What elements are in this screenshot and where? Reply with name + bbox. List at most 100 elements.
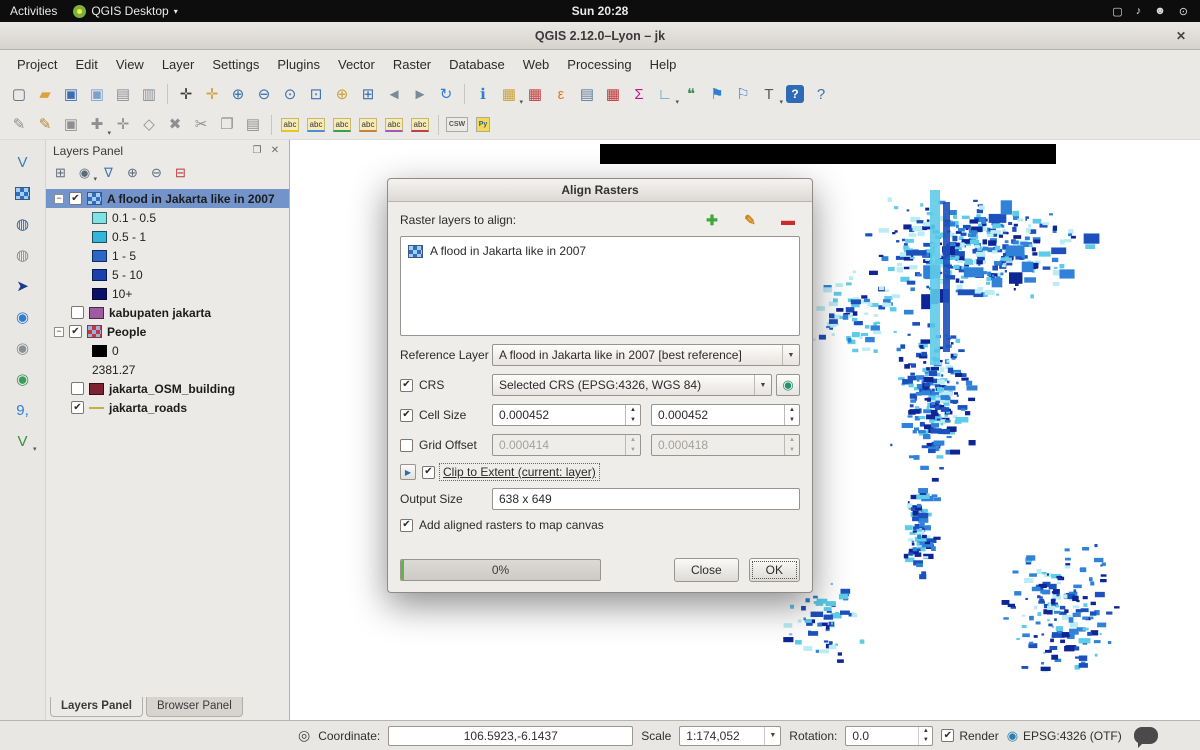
new-composer-icon[interactable]: ▤ (110, 82, 136, 106)
pan-map-icon[interactable]: ✛ (173, 82, 199, 106)
labeling-icon[interactable]: abc (277, 113, 303, 137)
menu-vector[interactable]: Vector (329, 52, 384, 77)
node-tool-icon[interactable]: ◇ (136, 113, 162, 137)
ok-button[interactable]: OK (749, 558, 800, 582)
crs-select[interactable]: Selected CRS (EPSG:4326, WGS 84) ▼ (492, 374, 772, 396)
crs-picker-button[interactable]: ◉ (776, 374, 800, 396)
dialog-title[interactable]: Align Rasters (388, 179, 812, 202)
add-vector-layer-icon[interactable]: V (10, 150, 36, 174)
expander-icon[interactable]: − (54, 194, 64, 204)
window-close-button[interactable]: ✕ (1172, 27, 1190, 45)
layer-item-jakarta-roads[interactable]: ✔jakarta_roads (46, 398, 289, 417)
spinner-arrows[interactable]: ▲▼ (784, 405, 799, 425)
label-properties-icon[interactable]: abc (407, 113, 433, 137)
layer-item-people[interactable]: −✔People (46, 322, 289, 341)
menu-web[interactable]: Web (514, 52, 559, 77)
layer-item-jakarta-osm-building[interactable]: jakarta_OSM_building (46, 379, 289, 398)
layer-checkbox[interactable]: ✔ (69, 325, 82, 338)
close-panel-icon[interactable]: ✕ (268, 144, 282, 158)
zoom-in-icon[interactable]: ⊕ (225, 82, 251, 106)
composer-manager-icon[interactable]: ▥ (136, 82, 162, 106)
cell-size-y-spinbox[interactable]: 0.000452 ▲▼ (651, 404, 800, 426)
log-messages-icon[interactable] (1134, 727, 1158, 744)
zoom-to-selection-icon[interactable]: ⊕ (329, 82, 355, 106)
pan-to-selection-icon[interactable]: ✛ (199, 82, 225, 106)
add-spatialite-layer-icon[interactable]: ◍ (10, 243, 36, 267)
whats-this-icon[interactable]: ? (808, 82, 834, 106)
filter-legend-icon[interactable]: ∇ (97, 162, 120, 183)
window-titlebar[interactable]: QGIS 2.12.0–Lyon – jk ✕ (0, 22, 1200, 50)
activities-button[interactable]: Activities (10, 4, 57, 18)
open-project-icon[interactable]: ▰ (32, 82, 58, 106)
raster-layers-list[interactable]: A flood in Jakarta like in 2007 (400, 236, 800, 336)
label-rotate-icon[interactable]: abc (381, 113, 407, 137)
expand-all-icon[interactable]: ⊕ (121, 162, 144, 183)
remove-raster-button[interactable]: ▬ (776, 210, 800, 230)
help-icon[interactable]: ? (782, 82, 808, 106)
menu-layer[interactable]: Layer (153, 52, 204, 77)
render-checkbox[interactable]: ✔ (941, 729, 954, 742)
save-project-icon[interactable]: ▣ (58, 82, 84, 106)
toggle-editing-icon[interactable]: ✎ (32, 113, 58, 137)
legend-class-5-10[interactable]: 5 - 10 (46, 265, 289, 284)
layer-item-a-flood-in-jakarta-like-in-2007[interactable]: −✔A flood in Jakarta like in 2007 (46, 189, 289, 208)
grid-offset-x-spinbox[interactable]: 0.000414 ▲▼ (492, 434, 641, 456)
map-tips-icon[interactable]: ❝ (678, 82, 704, 106)
layer-checkbox[interactable]: ✔ (71, 401, 84, 414)
tab-layers-panel[interactable]: Layers Panel (50, 697, 143, 717)
legend-class-1-5[interactable]: 1 - 5 (46, 246, 289, 265)
expander-icon[interactable]: − (54, 327, 64, 337)
current-edits-icon[interactable]: ✎ (6, 113, 32, 137)
menu-help[interactable]: Help (641, 52, 686, 77)
coordinate-capture-icon[interactable]: ◎ (298, 727, 310, 744)
legend-class-0[interactable]: 0 (46, 341, 289, 360)
cell-size-x-spinbox[interactable]: 0.000452 ▲▼ (492, 404, 641, 426)
open-attribute-table-icon[interactable]: ▤ (574, 82, 600, 106)
deselect-features-icon[interactable]: ▦ (522, 82, 548, 106)
menu-database[interactable]: Database (440, 52, 514, 77)
zoom-native-icon[interactable]: ⊙ (277, 82, 303, 106)
legend-class-0-5-1[interactable]: 0.5 - 1 (46, 227, 289, 246)
show-bookmarks-icon[interactable]: ⚐ (730, 82, 756, 106)
rotation-spinbox[interactable]: 0.0 ▲▼ (845, 726, 933, 746)
raster-list-item[interactable]: A flood in Jakarta like in 2007 (408, 242, 792, 260)
csw-search-icon[interactable]: CSW (444, 113, 470, 137)
new-bookmark-icon[interactable]: ⚑ (704, 82, 730, 106)
add-group-icon[interactable]: ⊞ (49, 162, 72, 183)
layer-checkbox[interactable]: ✔ (69, 192, 82, 205)
zoom-next-icon[interactable]: ► (407, 82, 433, 106)
refresh-icon[interactable]: ↻ (433, 82, 459, 106)
add-aligned-checkbox[interactable]: ✔ (400, 519, 413, 532)
zoom-last-icon[interactable]: ◄ (381, 82, 407, 106)
layer-item-kabupaten-jakarta[interactable]: kabupaten jakarta (46, 303, 289, 322)
menu-edit[interactable]: Edit (66, 52, 106, 77)
expand-extent-button[interactable]: ▶ (400, 464, 416, 480)
select-features-icon[interactable]: ▦▾ (496, 82, 522, 106)
menu-view[interactable]: View (107, 52, 153, 77)
move-feature-icon[interactable]: ✛ (110, 113, 136, 137)
layer-checkbox[interactable] (71, 306, 84, 319)
measure-icon[interactable]: ∟▾ (652, 82, 678, 106)
zoom-out-icon[interactable]: ⊖ (251, 82, 277, 106)
close-button[interactable]: Close (674, 558, 739, 582)
display-icon[interactable]: ▢ (1112, 5, 1122, 18)
remove-layer-icon[interactable]: ⊟ (169, 162, 192, 183)
add-postgis-layer-icon[interactable]: ◍ (10, 212, 36, 236)
add-wcs-layer-icon[interactable]: ◉ (10, 336, 36, 360)
cell-size-checkbox[interactable]: ✔ (400, 409, 413, 422)
manage-layer-visibility-icon[interactable]: ◉▾ (73, 162, 96, 183)
menu-settings[interactable]: Settings (203, 52, 268, 77)
spinner-arrows[interactable]: ▲▼ (918, 727, 932, 745)
power-icon[interactable]: ⊙ (1179, 5, 1188, 18)
paste-features-icon[interactable]: ▤ (240, 113, 266, 137)
legend-class-10[interactable]: 10+ (46, 284, 289, 303)
menu-raster[interactable]: Raster (384, 52, 440, 77)
select-by-expression-icon[interactable]: ε (548, 82, 574, 106)
layer-checkbox[interactable] (71, 382, 84, 395)
new-project-icon[interactable]: ▢ (6, 82, 32, 106)
label-pin-icon[interactable]: abc (303, 113, 329, 137)
add-delimited-text-layer-icon[interactable]: 9, (10, 398, 36, 422)
grid-offset-y-spinbox[interactable]: 0.000418 ▲▼ (651, 434, 800, 456)
add-raster-layer-icon[interactable] (10, 181, 36, 205)
add-wms-layer-icon[interactable]: ◉ (10, 305, 36, 329)
